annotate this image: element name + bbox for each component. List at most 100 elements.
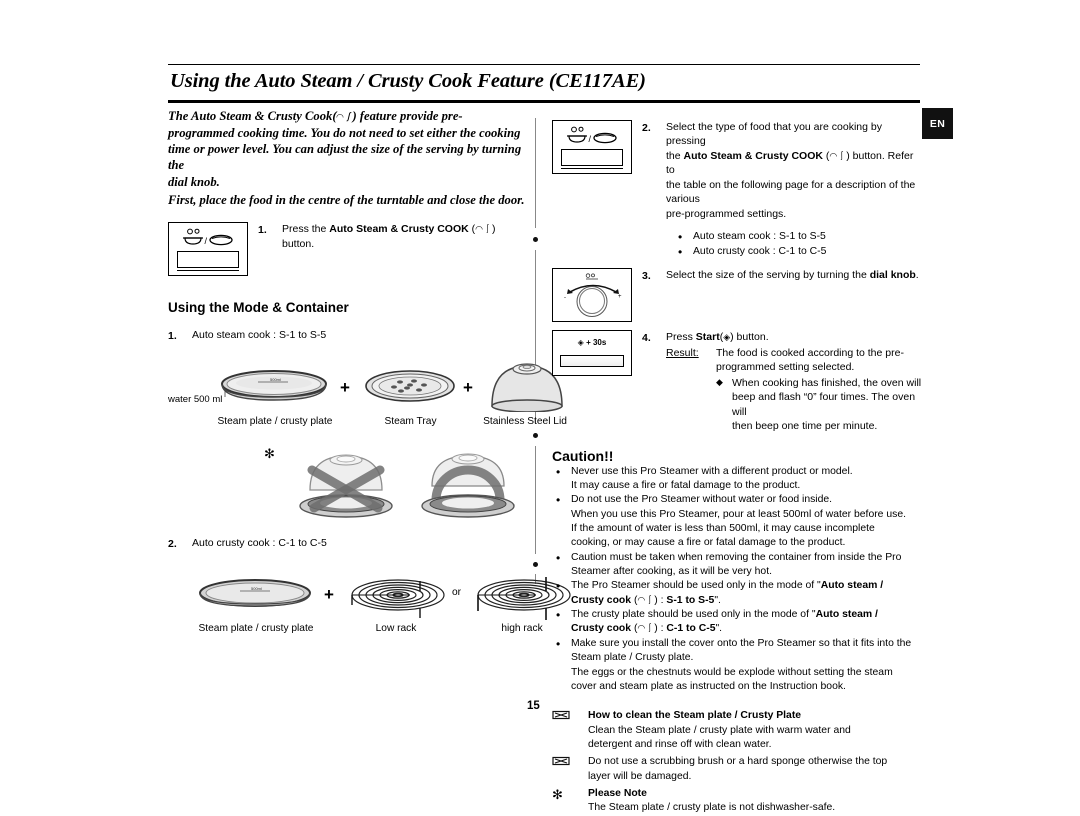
- caution-5-pre: The crusty plate should be used only in …: [571, 609, 816, 621]
- cleaning-item-2-line-2: layer will be damaged.: [588, 770, 692, 782]
- step4-diamond-note: When cooking has finished, the oven will…: [716, 376, 922, 434]
- caution-item-1: Never use this Pro Steamer with a differ…: [552, 464, 922, 494]
- control-panel-dial-knob: - +: [552, 268, 632, 323]
- caution-6-line-2: Steam plate / Crusty plate.: [571, 652, 694, 664]
- cleaning-item-1-line-2: detergent and rinse off with clean water…: [588, 738, 772, 750]
- caution-5-bold-3: C-1 to C-5: [666, 623, 716, 635]
- step-2-bullet-list: Auto steam cook : S-1 to S-5 Auto crusty…: [674, 229, 922, 260]
- right-step-3-text: Select the size of the serving by turnin…: [666, 268, 922, 282]
- document-page: Using the Auto Steam / Crusty Cook Featu…: [0, 0, 1080, 813]
- step4-result-label: Result:: [666, 346, 699, 359]
- water-amount-label: water 500 ml: [168, 393, 223, 405]
- steam-plate-glyph-2: [552, 757, 570, 766]
- step4-line-press: Press Start(◈) button.: [666, 330, 922, 344]
- step3-text-post: .: [915, 269, 919, 282]
- step4-pre: Press: [666, 331, 696, 344]
- right-step-2: / 2. Select the type of food that you ar…: [552, 120, 922, 221]
- mode-1-row: 1. Auto steam cook : S-1 to S-5: [168, 328, 520, 343]
- mode-2-plus: +: [324, 584, 334, 604]
- start-button-label: ◈ + 30s: [553, 338, 631, 347]
- intro-line-5: First, place the food in the centre of t…: [168, 193, 525, 208]
- caution-4-icon: (◠⎰) :: [631, 594, 667, 606]
- step4-diamond-line-2: beep and flash “0” four times. The oven …: [732, 391, 916, 418]
- cleaning-item-2-body: Do not use a scrubbing brush or a hard s…: [588, 755, 922, 784]
- step4-diamond-line-1: When cooking has finished, the oven will: [732, 376, 922, 389]
- caution-4-bold-3: S-1 to S-5: [666, 594, 715, 606]
- caution-6-line-3: The eggs or the chestnuts would be explo…: [571, 666, 893, 678]
- caution-2-line-4: cooking, or may cause a fire or fatal da…: [571, 537, 846, 549]
- steam-pot-plate-icon-2: /: [565, 126, 619, 147]
- mode-2-caption-1: Steam plate / crusty plate: [198, 622, 314, 634]
- caution-heading: Caution!!: [552, 447, 614, 464]
- cleaning-item-2: Do not use a scrubbing brush or a hard s…: [552, 755, 922, 784]
- caution-5-bold-1: Auto steam /: [815, 609, 878, 621]
- step1-text-after: button.: [282, 237, 315, 250]
- step4-result-body: The food is cooked according to the pre-…: [716, 346, 922, 434]
- mode-1-caption-2: Steam Tray: [384, 415, 437, 427]
- intro-line-2: programmed cooking time. You do not need…: [168, 125, 521, 140]
- caution-5-line-1: The crusty plate should be used only in …: [571, 608, 922, 622]
- caution-5-bold-2: Crusty cook: [571, 623, 632, 635]
- step4-bold: Start: [695, 331, 720, 344]
- caution-item-3: Caution must be taken when removing the …: [552, 550, 922, 580]
- caution-1-line-2: It may cause a fire or fatal damage to t…: [571, 479, 801, 491]
- left-column: The Auto Steam & Crusty Cook(◠⎰) feature…: [168, 108, 571, 637]
- svg-text:/: /: [205, 236, 208, 246]
- steam-plate-icon-2: [552, 755, 578, 769]
- right-step-3: - + 3. Select the size of the serving by…: [552, 268, 922, 323]
- cleaning-item-3: ✻ Please Note The Steam plate / crusty p…: [552, 787, 922, 816]
- steam-pot-plate-svg: /: [183, 229, 233, 246]
- dial-mini-svg: [585, 273, 598, 280]
- left-step-1: / 1. Press the Auto Steam & Crusty COOK …: [168, 222, 520, 277]
- right-step-2-text: Select the type of food that you are coo…: [666, 120, 922, 221]
- cleaning-item-1-title: How to clean the Steam plate / Crusty Pl…: [588, 710, 802, 722]
- mode-2-row: 2. Auto crusty cook : C-1 to C-5: [168, 536, 520, 551]
- right-step-2-number: 2.: [642, 122, 651, 134]
- caution-2-line-3: If the amount of water is less than 500m…: [571, 522, 875, 534]
- step1-text-bold: Auto Steam & Crusty COOK: [329, 223, 469, 236]
- right-step-4-text: Press Start(◈) button. Result: The food …: [666, 330, 922, 433]
- dial-minus-label: -: [564, 295, 566, 302]
- title-block: Using the Auto Steam / Crusty Cook Featu…: [168, 64, 920, 103]
- caution-4-line-1: The Pro Steamer should be used only in t…: [571, 579, 922, 593]
- asterisk-note-icon: ✻: [264, 445, 275, 461]
- intro-paragraph: The Auto Steam & Crusty Cook(◠⎰) feature…: [168, 108, 526, 208]
- mode-2-diagram: 500ml + or Steam plate / crusty plate Lo…: [168, 567, 571, 637]
- cleaning-item-1-line-1: Clean the Steam plate / crusty plate wit…: [588, 724, 851, 736]
- step4-result-line-1: The food is cooked according to the pre-: [716, 346, 904, 359]
- steam-pot-plate-svg-2: /: [567, 126, 617, 144]
- caution-2-line-2: When you use this Pro Steamer, pour at l…: [571, 508, 906, 520]
- start-diamond-icon: ◈: [577, 338, 584, 348]
- step-2-bullet-1: Auto steam cook : S-1 to S-5: [674, 229, 922, 246]
- step4-result-line-2: programmed setting selected.: [716, 361, 855, 374]
- step1-text-before: Press the: [282, 223, 330, 236]
- assembly-illustrations: ✻: [168, 445, 520, 526]
- caution-6-line-4: cover and steam plate as instructed on t…: [571, 680, 846, 692]
- svg-text:500ml: 500ml: [270, 377, 281, 382]
- caution-4-pre: The Pro Steamer should be used only in t…: [571, 580, 821, 592]
- page-number: 15: [527, 700, 540, 712]
- start-button-strip: [560, 355, 624, 368]
- step4-diamond-line-3: then beep one time per minute.: [732, 420, 878, 433]
- title-rule-bottom: [168, 100, 920, 103]
- right-step-4: ◈ + 30s 4. Press Start(◈) button. Result…: [552, 330, 922, 433]
- mode-1-label: Auto steam cook : S-1 to S-5: [192, 329, 327, 342]
- cleaning-item-3-line-1: The Steam plate / crusty plate is not di…: [588, 802, 836, 814]
- oven-display: [177, 251, 239, 272]
- right-step-4-number: 4.: [642, 332, 651, 345]
- caution-4-bold-2: Crusty cook: [571, 594, 632, 606]
- intro-line-4: dial knob.: [168, 174, 220, 189]
- step2-line-1: Select the type of food that you are coo…: [666, 121, 882, 148]
- caution-item-6: Make sure you install the cover onto the…: [552, 636, 922, 694]
- control-panel-start-button: ◈ + 30s: [552, 330, 632, 377]
- steam-cook-icon: ◠⎰: [336, 113, 353, 123]
- assembly-incorrect-illustration: [299, 454, 393, 518]
- caution-5-post: ".: [715, 623, 723, 635]
- steam-plate-glyph-1: [552, 711, 570, 720]
- mode-container-heading: Using the Mode & Container: [168, 300, 349, 316]
- caution-item-4: The Pro Steamer should be used only in t…: [552, 578, 922, 608]
- caution-list: Never use this Pro Steamer with a differ…: [552, 464, 922, 695]
- step2-inline-icon: (◠⎰): [822, 149, 850, 162]
- caution-5-line-2: Crusty cook (◠⎰) : C-1 to C-5".: [571, 622, 922, 636]
- intro-line-1b: ) feature provide pre-: [352, 109, 463, 123]
